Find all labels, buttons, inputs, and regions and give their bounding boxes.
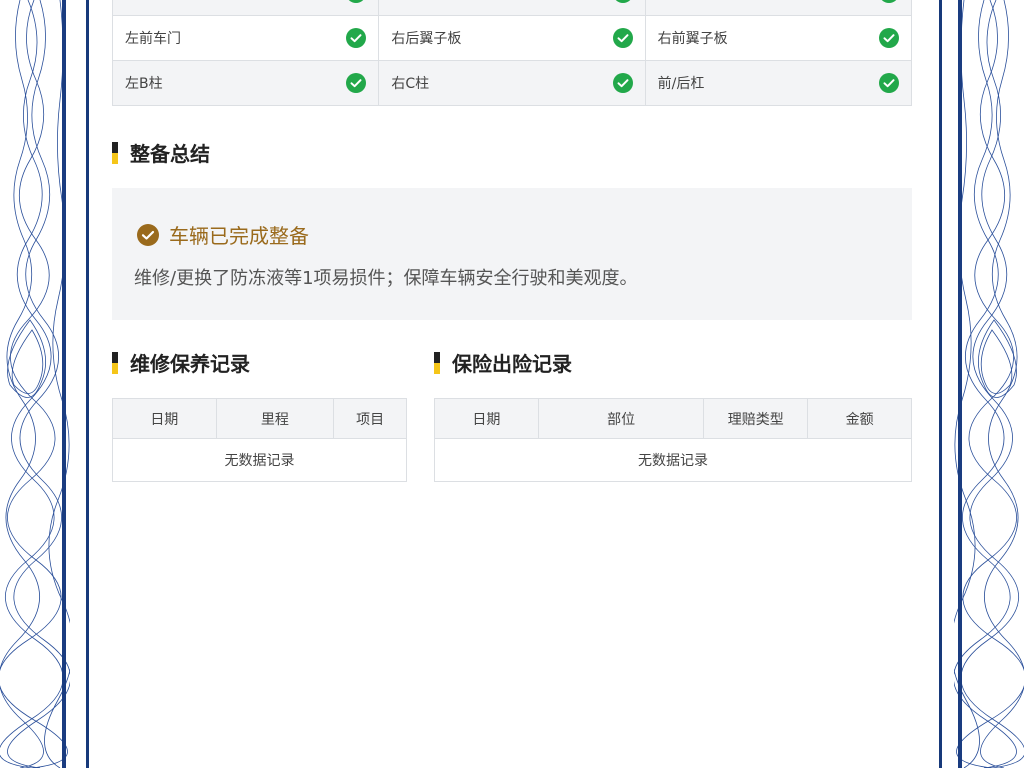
summary-status: 车辆已完成整备 (137, 220, 309, 249)
decorative-border-left (0, 0, 70, 768)
column-header-claim-type: 理赔类型 (703, 398, 809, 439)
check-circle-icon (349, 0, 364, 3)
inspection-part-label: 左B柱 (125, 76, 163, 92)
summary-panel: 车辆已完成整备 维修/更换了防冻液等1项易损件；保障车辆安全行驶和美观度。 (112, 188, 912, 320)
column-header-part: 部位 (537, 398, 705, 439)
inspection-part-label: 右C柱 (391, 76, 430, 92)
column-header-mileage: 里程 (215, 398, 335, 439)
table-header-row: 日期 里程 项目 (112, 398, 407, 439)
column-header-date: 日期 (112, 398, 217, 439)
frame-line-left (86, 0, 89, 768)
check-circle-icon (346, 73, 367, 93)
insurance-table: 日期 部位 理赔类型 金额 无数据记录 (434, 398, 912, 482)
check-circle-icon (615, 0, 630, 3)
inspection-cell: 左B柱 (111, 60, 380, 106)
inspection-row: 左前车门 右后翼子板 右前翼子板 (111, 15, 913, 61)
inspection-cell (644, 0, 913, 16)
insurance-title-text: 保险出险记录 (452, 352, 572, 376)
title-accent-bar (112, 351, 118, 374)
column-header-date: 日期 (434, 398, 539, 439)
summary-status-text: 车辆已完成整备 (169, 224, 309, 248)
inspection-part-label: 前/后杠 (657, 76, 705, 92)
inspection-cell (111, 0, 380, 16)
inspection-cell: 右前翼子板 (644, 15, 913, 61)
inspection-part-label: 左前车门 (125, 31, 181, 47)
inspection-grid: 左前车门 右后翼子板 右前翼子板 左B柱 右C柱 前/后杠 (111, 0, 913, 106)
decorative-border-right (954, 0, 1024, 768)
table-header-row: 日期 部位 理赔类型 金额 (434, 398, 912, 439)
check-circle-icon (879, 73, 899, 93)
title-accent-bar (434, 351, 440, 374)
inspection-cell (378, 0, 646, 16)
inspection-cell: 前/后杠 (644, 60, 913, 106)
check-circle-icon (137, 223, 159, 246)
check-circle-icon (346, 28, 367, 48)
empty-state-text: 无数据记录 (112, 438, 407, 482)
summary-section-title: 整备总结 (112, 138, 210, 167)
column-header-amount: 金额 (807, 398, 912, 439)
check-circle-icon (612, 28, 633, 48)
inspection-cell: 左前车门 (111, 15, 380, 61)
summary-title-text: 整备总结 (130, 142, 210, 166)
table-row: 无数据记录 (434, 438, 912, 482)
title-accent-bar (112, 141, 118, 164)
column-header-item: 项目 (333, 398, 407, 439)
inspection-part-label: 右后翼子板 (391, 31, 462, 47)
inspection-row (111, 0, 913, 16)
inspection-row: 左B柱 右C柱 前/后杠 (111, 60, 913, 106)
maintenance-title-text: 维修保养记录 (130, 352, 250, 376)
check-circle-icon (612, 73, 633, 93)
check-circle-icon (881, 0, 897, 3)
insurance-section-title: 保险出险记录 (434, 348, 572, 377)
inspection-part-label: 右前翼子板 (657, 31, 728, 47)
empty-state-text: 无数据记录 (434, 438, 912, 482)
maintenance-table: 日期 里程 项目 无数据记录 (112, 398, 407, 482)
table-row: 无数据记录 (112, 438, 407, 482)
inspection-cell: 右后翼子板 (378, 15, 646, 61)
inspection-cell: 右C柱 (378, 60, 646, 106)
check-circle-icon (879, 28, 899, 48)
frame-line-right (939, 0, 942, 768)
maintenance-section-title: 维修保养记录 (112, 348, 250, 377)
summary-description: 维修/更换了防冻液等1项易损件；保障车辆安全行驶和美观度。 (134, 268, 638, 289)
